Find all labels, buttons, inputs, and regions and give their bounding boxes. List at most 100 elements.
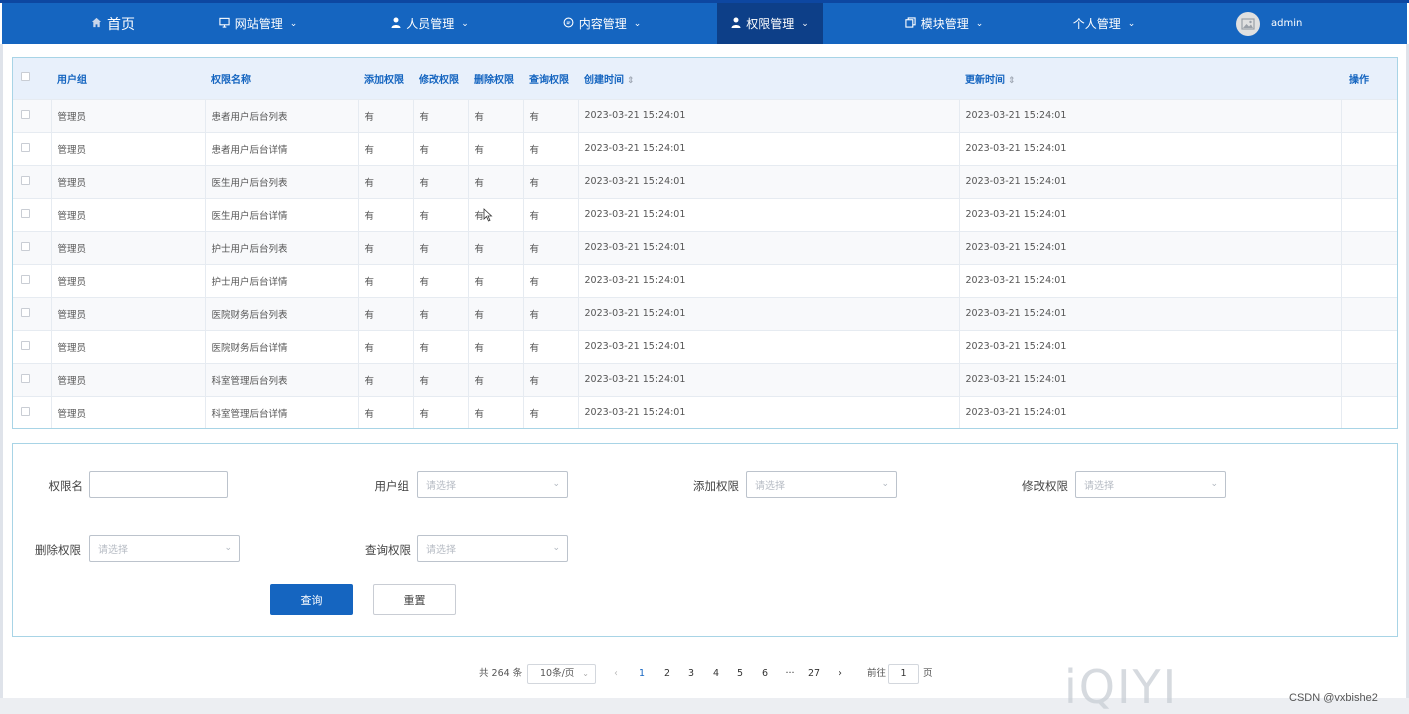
cell-op: [1341, 363, 1397, 396]
group-select[interactable]: 请选择 ⌄: [417, 471, 568, 498]
cell-group: 管理员: [51, 132, 206, 165]
cell-op: [1341, 231, 1397, 264]
page-number[interactable]: 1: [636, 664, 648, 684]
nav-item-personal[interactable]: 个人管理 ⌄: [1048, 3, 1160, 44]
nav-item-permission[interactable]: 权限管理 ⌄: [717, 3, 823, 44]
sort-icon[interactable]: ⇕: [627, 76, 635, 86]
page-number[interactable]: 27: [806, 664, 822, 684]
row-checkbox[interactable]: [21, 373, 30, 383]
reset-button[interactable]: 重置: [373, 584, 456, 615]
cell-updated: 2023-03-21 15:24:01: [959, 330, 1342, 363]
row-checkbox[interactable]: [21, 406, 30, 416]
col-header-updated[interactable]: 更新时间 ⇕: [959, 58, 1341, 99]
row-select-cell: [13, 330, 52, 363]
table-row[interactable]: 管理员 患者用户后台列表有有有有 2023-03-21 15:24:01 2023-0…: [13, 99, 1397, 132]
chevron-down-icon: ⌄: [633, 18, 642, 29]
table-row[interactable]: 管理员 医生用户后台详情有有有有 2023-03-21 15:24:01 2023-0…: [13, 198, 1397, 231]
nav-item-website[interactable]: 网站管理 ⌄: [202, 3, 314, 44]
row-checkbox[interactable]: [21, 307, 30, 317]
left-edge: [0, 44, 3, 714]
query-perm-select[interactable]: 请选择 ⌄: [417, 535, 568, 562]
cell-group: 管理员: [51, 231, 206, 264]
page-number[interactable]: 4: [710, 664, 722, 684]
cell-op: [1341, 330, 1397, 363]
cell-add: 有: [358, 132, 414, 165]
select-all-checkbox[interactable]: [21, 72, 30, 82]
col-header-updated-label: 更新时间: [965, 74, 1005, 86]
search-form: 权限名 用户组 请选择 ⌄ 添加权限 请选择 ⌄ 修改权限 请选择 ⌄ 删除权限 请选…: [12, 443, 1398, 637]
row-checkbox[interactable]: [21, 340, 30, 350]
table-row[interactable]: 管理员 患者用户后台详情有有有有 2023-03-21 15:24:01 2023-0…: [13, 132, 1397, 165]
cell-edit: 有: [413, 363, 469, 396]
table-header-row: 用户组 权限名称 添加权限 修改权限 删除权限 查询权限 创建时间 ⇕ 更新时间 ⇕…: [13, 58, 1397, 99]
page-number[interactable]: 2: [661, 664, 673, 684]
row-checkbox[interactable]: [21, 142, 30, 152]
cell-name: 护士用户后台详情: [205, 264, 359, 297]
table-row[interactable]: 管理员 科室管理后台详情有有有有 2023-03-21 15:24:01 2023-0…: [13, 396, 1397, 428]
cell-op: [1341, 165, 1397, 198]
col-header-created[interactable]: 创建时间 ⇕: [578, 58, 959, 99]
cell-del: 有: [468, 297, 524, 330]
page-number[interactable]: 6: [759, 664, 771, 684]
page-number[interactable]: 5: [734, 664, 746, 684]
cell-query: 有: [523, 297, 579, 330]
nav-item-label: 人员管理: [406, 17, 455, 31]
query-perm-placeholder: 请选择: [426, 545, 456, 556]
edit-perm-select[interactable]: 请选择 ⌄: [1075, 471, 1226, 498]
add-perm-select[interactable]: 请选择 ⌄: [746, 471, 897, 498]
chevron-down-icon: ⌄: [1210, 479, 1218, 489]
row-select-cell: [13, 198, 52, 231]
cell-created: 2023-03-21 15:24:01: [578, 297, 960, 330]
cell-del: 有: [468, 396, 524, 428]
cell-del: 有: [468, 198, 524, 231]
prev-page-icon[interactable]: ‹: [609, 664, 623, 684]
nav-home[interactable]: 首页: [64, 3, 162, 44]
chevron-down-icon: ⌄: [461, 18, 469, 29]
page-size-select[interactable]: 10条/页 ⌄: [527, 664, 596, 684]
top-nav: 首页 网站管理 ⌄ 人员管理 ⌄ 内容管理 ⌄ 权限管理 ⌄ 模块管理 ⌄ 个人…: [2, 3, 1407, 44]
name-label: 权限名: [48, 479, 84, 493]
nav-user[interactable]: admin: [1236, 3, 1306, 44]
table-row[interactable]: 管理员 医生用户后台列表有有有有 2023-03-21 15:24:01 2023-0…: [13, 165, 1397, 198]
page-number[interactable]: 3: [685, 664, 697, 684]
row-select-cell: [13, 297, 52, 330]
row-checkbox[interactable]: [21, 109, 30, 119]
table-row[interactable]: 管理员 医院财务后台详情有有有有 2023-03-21 15:24:01 2023-0…: [13, 330, 1397, 363]
person-icon: [731, 17, 741, 31]
cell-edit: 有: [413, 231, 469, 264]
next-page-icon[interactable]: ›: [833, 664, 847, 684]
cell-add: 有: [358, 396, 414, 428]
table-row[interactable]: 管理员 护士用户后台列表有有有有 2023-03-21 15:24:01 2023-0…: [13, 231, 1397, 264]
iqiyi-watermark: iQIYI: [1064, 660, 1179, 714]
goto-suffix: 页: [923, 668, 933, 679]
row-checkbox[interactable]: [21, 274, 30, 284]
cell-query: 有: [523, 165, 579, 198]
row-checkbox[interactable]: [21, 208, 30, 218]
cell-del: 有: [468, 165, 524, 198]
nav-item-staff[interactable]: 人员管理 ⌄: [374, 3, 486, 44]
nav-item-content[interactable]: 内容管理 ⌄: [546, 3, 658, 44]
cell-updated: 2023-03-21 15:24:01: [959, 396, 1342, 428]
table-row[interactable]: 管理员 护士用户后台详情有有有有 2023-03-21 15:24:01 2023-0…: [13, 264, 1397, 297]
row-checkbox[interactable]: [21, 175, 30, 185]
page-ellipsis[interactable]: ···: [782, 664, 798, 684]
cell-updated: 2023-03-21 15:24:01: [959, 231, 1342, 264]
sort-icon[interactable]: ⇕: [1008, 76, 1016, 86]
group-label: 用户组: [374, 479, 410, 493]
goto-page-input[interactable]: 1: [888, 664, 919, 684]
table-row[interactable]: 管理员 科室管理后台列表有有有有 2023-03-21 15:24:01 2023-0…: [13, 363, 1397, 396]
cell-name: 患者用户后台列表: [205, 99, 359, 132]
cell-updated: 2023-03-21 15:24:01: [959, 132, 1342, 165]
del-perm-select[interactable]: 请选择 ⌄: [89, 535, 240, 562]
row-select-cell: [13, 231, 52, 264]
search-button[interactable]: 查询: [270, 584, 353, 615]
row-select-cell: [13, 132, 52, 165]
nav-item-module[interactable]: 模块管理 ⌄: [888, 3, 1000, 44]
name-input[interactable]: [89, 471, 228, 498]
row-checkbox[interactable]: [21, 241, 30, 251]
cell-created: 2023-03-21 15:24:01: [578, 330, 960, 363]
table-row[interactable]: 管理员 医院财务后台列表有有有有 2023-03-21 15:24:01 2023-0…: [13, 297, 1397, 330]
cell-query: 有: [523, 396, 579, 428]
cell-created: 2023-03-21 15:24:01: [578, 99, 960, 132]
cell-name: 科室管理后台列表: [205, 363, 359, 396]
